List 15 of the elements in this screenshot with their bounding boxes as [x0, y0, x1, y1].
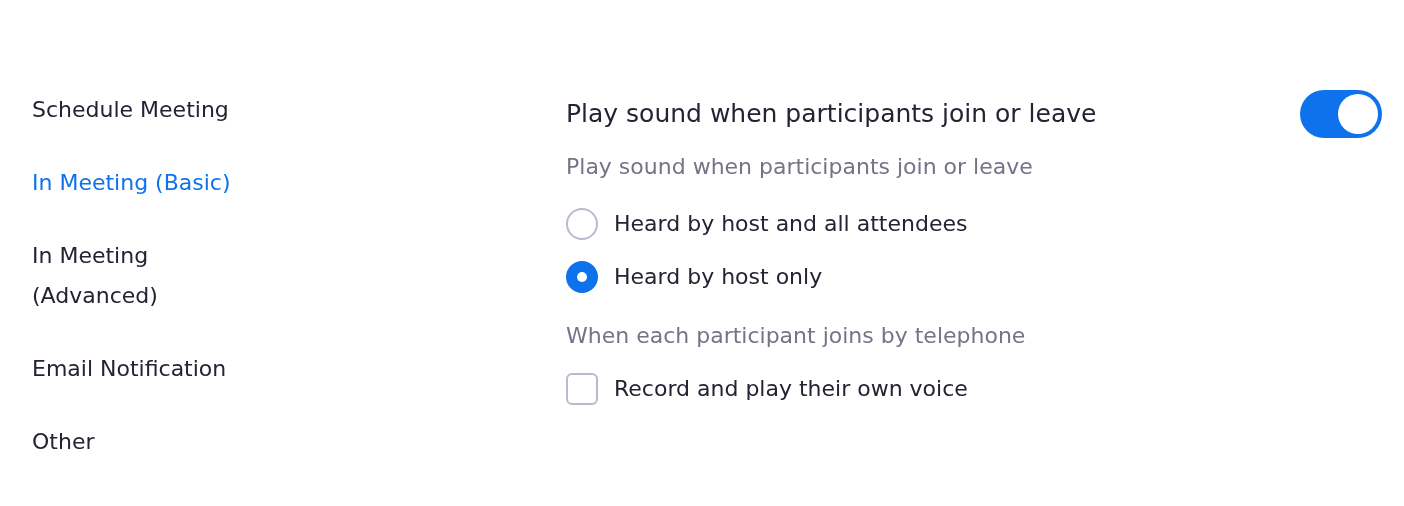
radio-button[interactable]: [566, 207, 598, 240]
checkbox[interactable]: [566, 372, 598, 405]
radio-button[interactable]: [566, 260, 598, 293]
option-label: Heard by host and all attendees: [614, 210, 968, 238]
sidebar-item[interactable]: Schedule Meeting: [32, 90, 566, 130]
sidebar-item[interactable]: In Meeting (Advanced): [32, 236, 566, 316]
sidebar-item[interactable]: Email Notification: [32, 349, 566, 389]
setting-title: Play sound when participants join or leave: [566, 98, 1097, 131]
section-label: When each participant joins by telephone: [566, 322, 1027, 350]
option-label: Heard by host only: [614, 263, 823, 291]
toggle-switch[interactable]: [1300, 90, 1382, 138]
setting-description: Play sound when participants join or leave: [566, 153, 1034, 181]
sidebar-item[interactable]: Other: [32, 422, 566, 462]
option-label: Record and play their own voice: [614, 375, 968, 403]
sidebar-item[interactable]: In Meeting (Basic): [32, 163, 566, 203]
